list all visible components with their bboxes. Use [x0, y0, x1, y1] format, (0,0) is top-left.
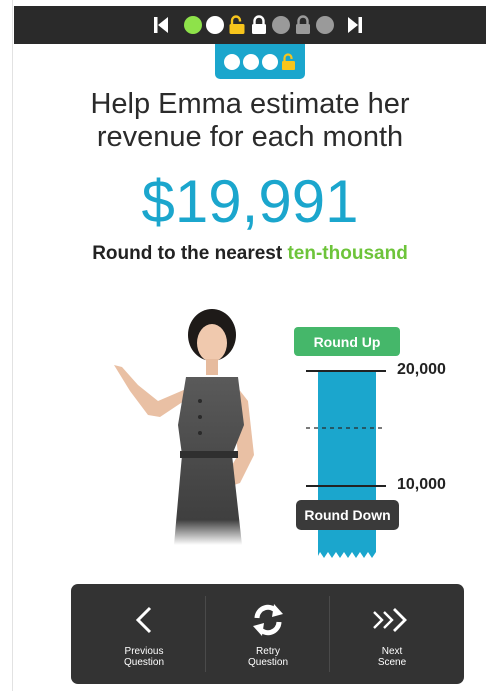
- skip-last-icon[interactable]: [345, 15, 365, 35]
- bottom-toolbar: Previous Question Retry Question Next Sc…: [71, 584, 464, 684]
- businesswoman-illustration: [114, 309, 254, 545]
- page-edge-divider: [12, 0, 13, 691]
- toolbar-divider: [329, 596, 330, 672]
- lower-bound-label: 10,000: [397, 476, 446, 493]
- previous-question-label: Previous Question: [123, 646, 165, 668]
- round-up-button[interactable]: Round Up: [294, 327, 400, 356]
- unlocked-padlock-icon: [281, 52, 295, 70]
- question-text: Help Emma estimate her revenue for each …: [90, 88, 410, 153]
- progress-step-locked: [316, 16, 334, 34]
- page: Help Emma estimate her revenue for each …: [0, 0, 494, 691]
- rounding-instruction: Round to the nearest ten-thousand: [40, 243, 460, 265]
- previous-question-button[interactable]: Previous Question: [83, 584, 205, 684]
- toolbar-divider: [205, 596, 206, 672]
- next-scene-label: Next Scene: [377, 646, 407, 668]
- scene-step-circle: [242, 53, 259, 70]
- retry-question-label: Retry Question: [247, 646, 289, 668]
- instruction-prefix: Round to the nearest: [92, 243, 288, 264]
- next-scene-button[interactable]: Next Scene: [331, 584, 453, 684]
- progress-bar: [14, 6, 486, 44]
- unlocked-padlock-icon[interactable]: [228, 15, 246, 35]
- revenue-amount: $19,991: [141, 168, 359, 235]
- progress-step-current[interactable]: [206, 16, 224, 34]
- retry-question-button[interactable]: Retry Question: [207, 584, 329, 684]
- round-down-button[interactable]: Round Down: [296, 500, 399, 530]
- chevron-left-icon: [135, 606, 152, 634]
- progress-step-completed[interactable]: [184, 16, 202, 34]
- triple-chevron-right-icon: [373, 608, 407, 632]
- progress-track: [184, 14, 334, 36]
- scene-progress-tab: [215, 44, 305, 79]
- locked-padlock-icon: [296, 15, 310, 34]
- locked-padlock-icon: [252, 15, 266, 34]
- scene-step-circle: [261, 53, 278, 70]
- progress-step-locked: [272, 16, 290, 34]
- place-value-highlight: ten-thousand: [287, 243, 408, 264]
- scene-step-circle: [223, 53, 240, 70]
- rounding-number-line: [306, 370, 386, 558]
- skip-first-icon[interactable]: [151, 15, 171, 35]
- upper-bound-label: 20,000: [397, 361, 446, 378]
- refresh-icon: [253, 604, 283, 636]
